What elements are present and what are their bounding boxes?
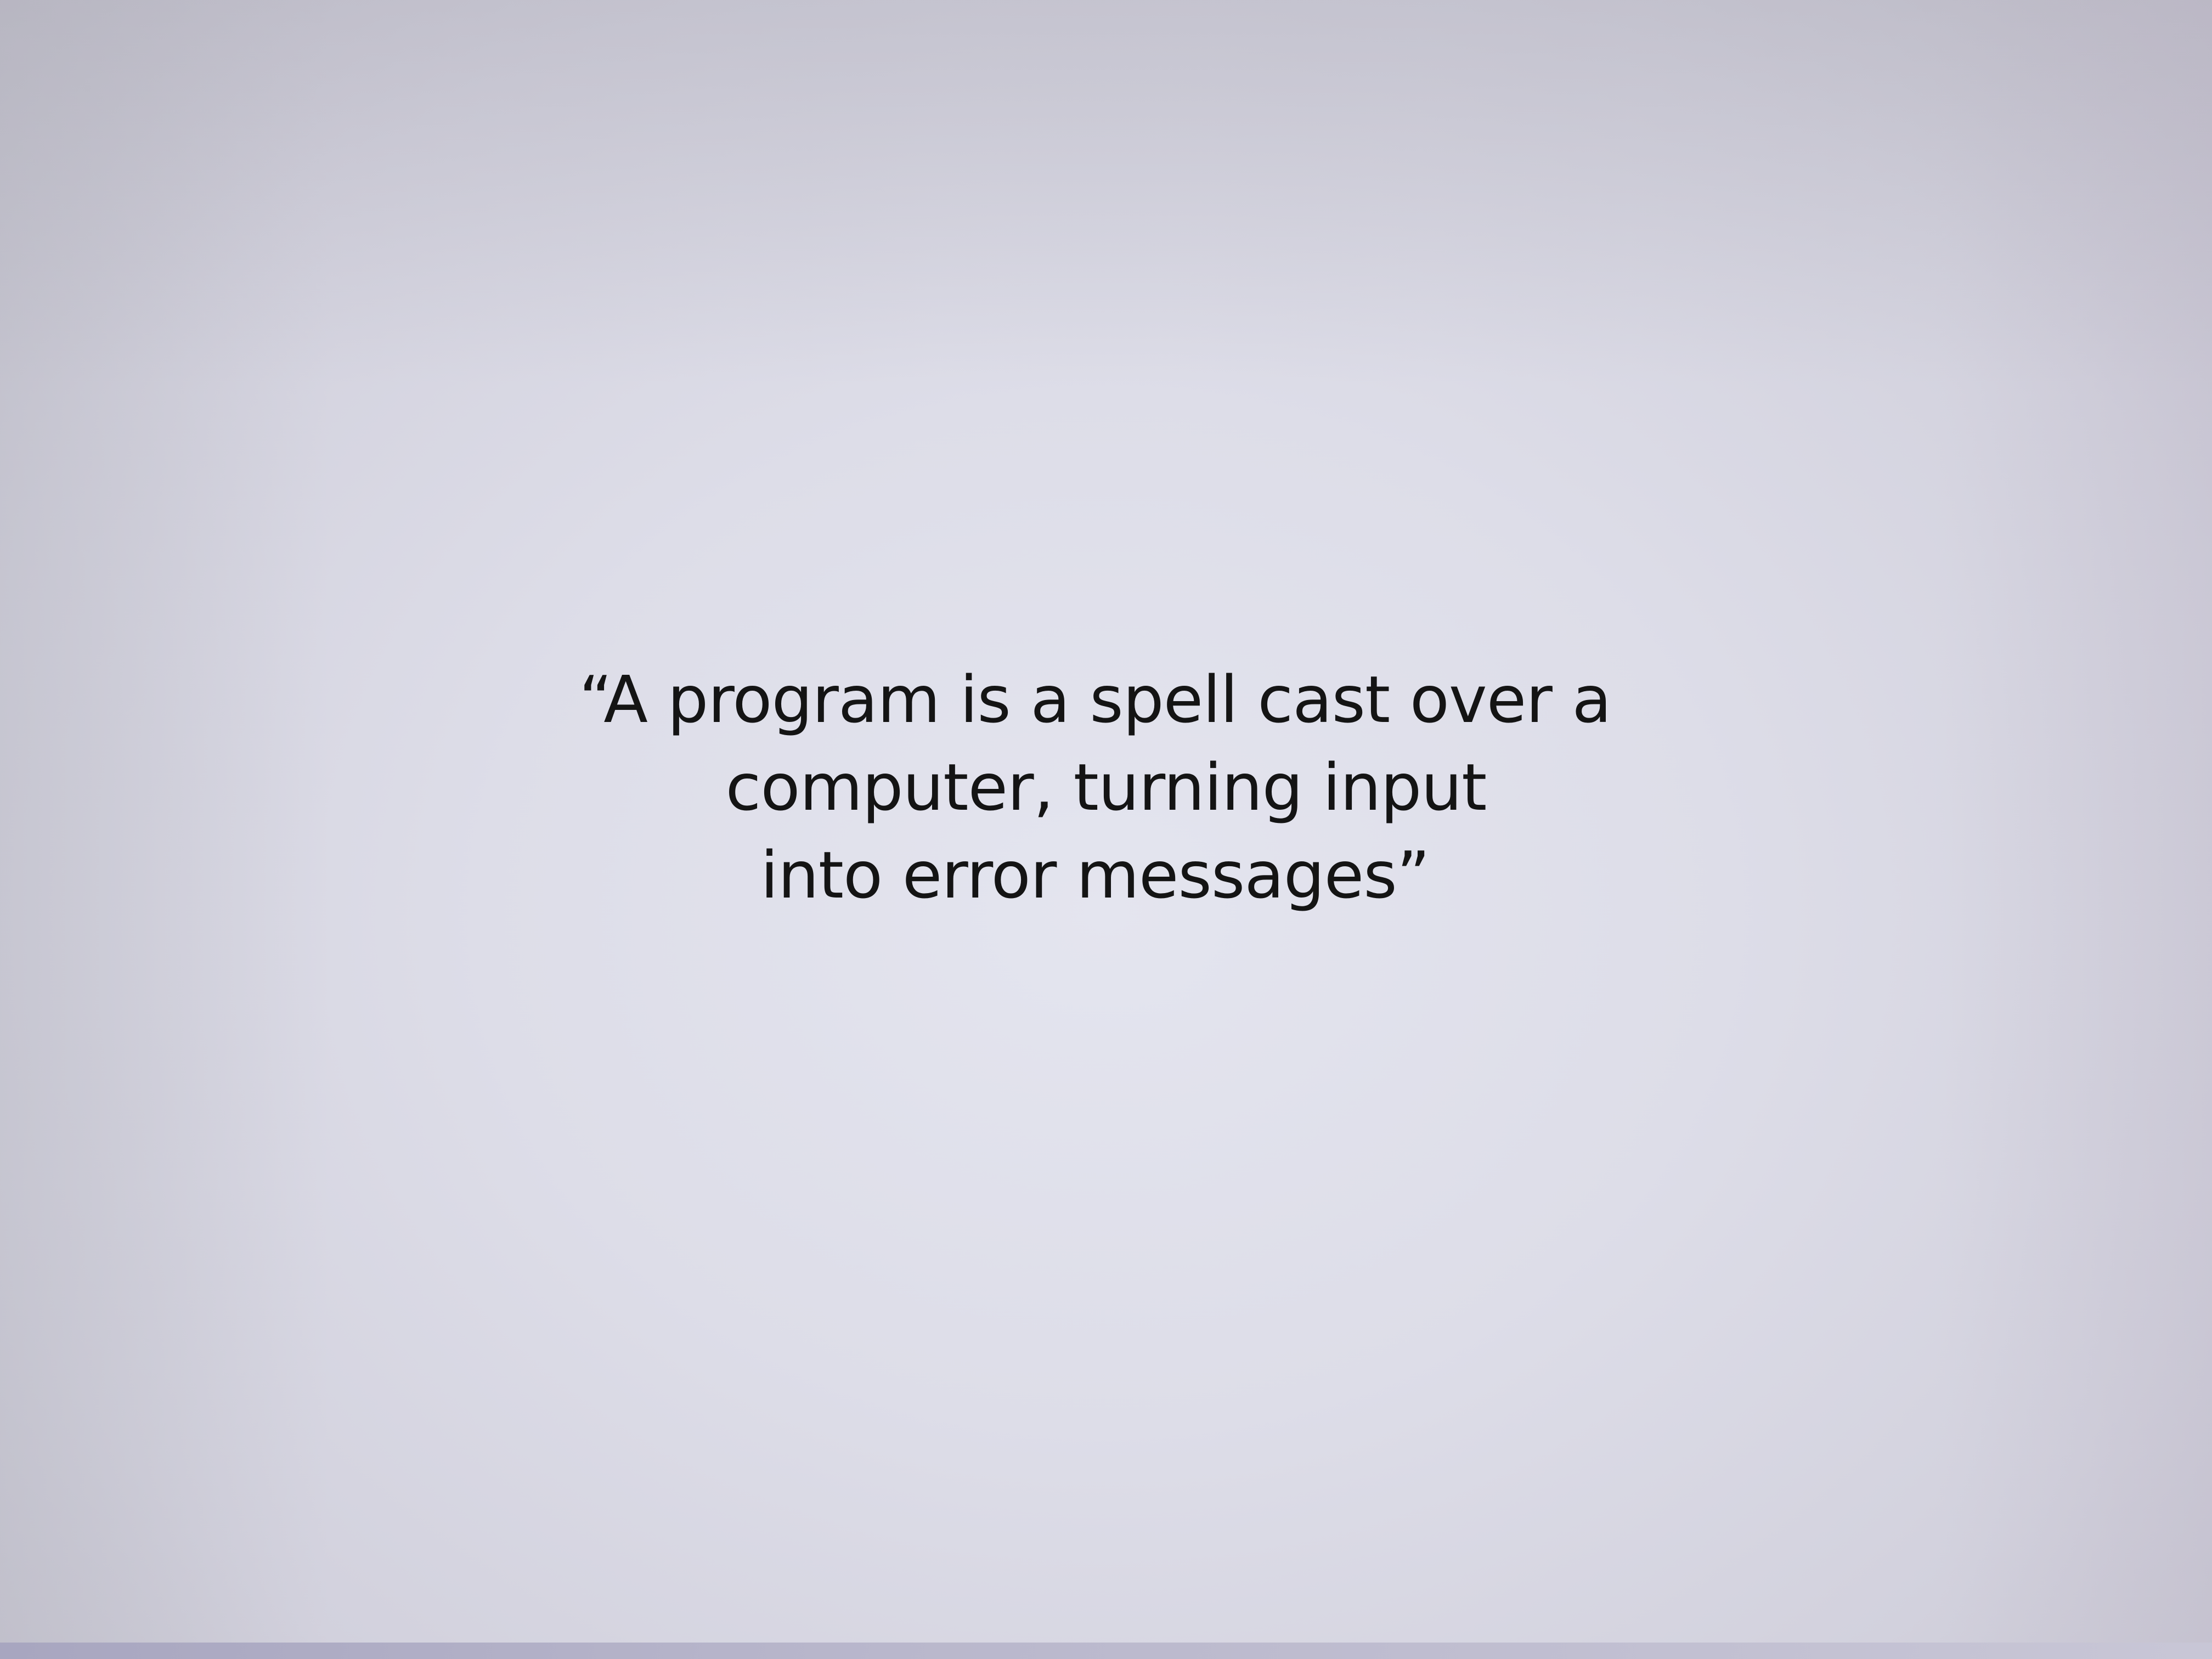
- quote-line-1: “A program is a spell cast over a: [579, 662, 1611, 737]
- quote-line-2: computer, turning input: [725, 749, 1487, 825]
- screen-bottom-edge: [0, 1643, 2212, 1659]
- presentation-slide: “A program is a spell cast over a comput…: [0, 0, 2212, 1659]
- quote-text: “A program is a spell cast over a comput…: [0, 656, 2212, 919]
- quote-line-3: into error messages”: [760, 837, 1430, 913]
